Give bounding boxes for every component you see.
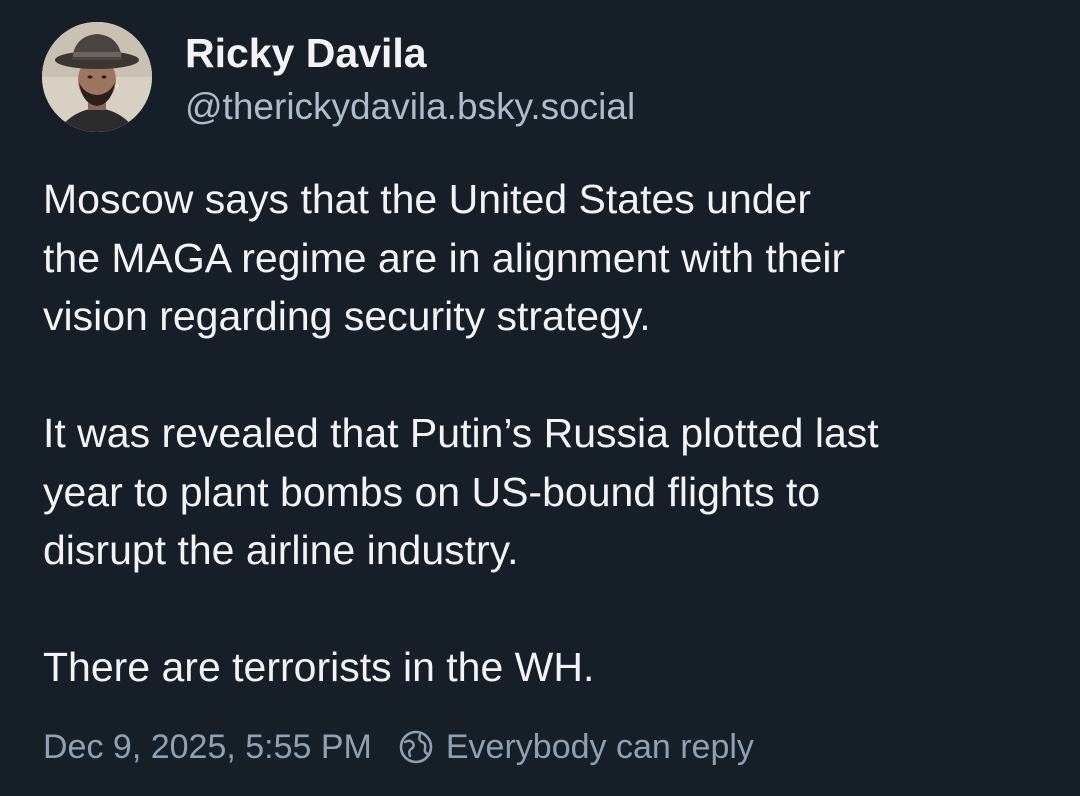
globe-icon (398, 729, 434, 765)
author-display-name[interactable]: Ricky Davila (185, 30, 427, 77)
post-meta: Dec 9, 2025, 5:55 PM Everybody can reply (43, 725, 754, 769)
post-paragraph: It was revealed that Putin’s Russia plot… (43, 410, 879, 573)
post-paragraph: There are terrorists in the WH. (43, 644, 595, 690)
reply-setting-label[interactable]: Everybody can reply (446, 728, 754, 767)
avatar[interactable] (42, 22, 152, 132)
author-handle[interactable]: @therickydavila.bsky.social (185, 86, 635, 128)
avatar-image (42, 22, 152, 132)
post-card: Ricky Davila @therickydavila.bsky.social… (0, 0, 1080, 796)
post-timestamp[interactable]: Dec 9, 2025, 5:55 PM (43, 728, 372, 767)
post-body: Moscow says that the United States under… (43, 170, 1053, 697)
post-paragraph: Moscow says that the United States under… (43, 176, 846, 339)
